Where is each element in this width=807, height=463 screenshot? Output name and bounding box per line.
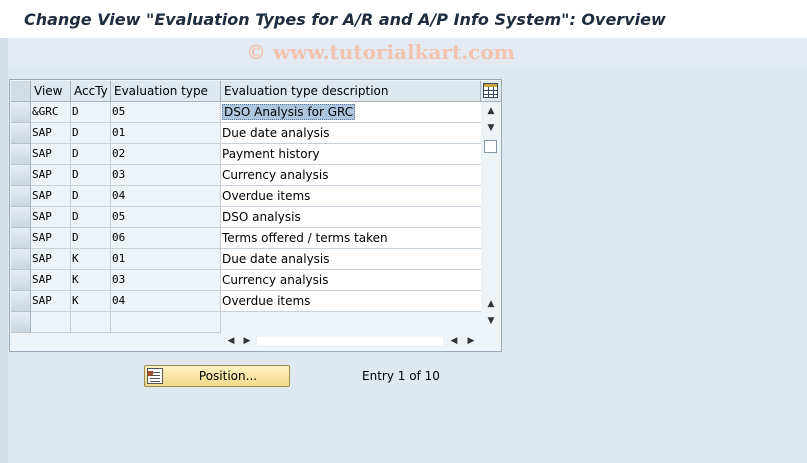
cell-view: SAP (31, 123, 71, 144)
cell-evaluation-type: 05 (111, 102, 221, 123)
table-row[interactable]: SAP D 04 Overdue items (11, 186, 481, 207)
cell-evaluation-type: 03 (111, 270, 221, 291)
cell-view (31, 312, 71, 333)
horizontal-scrollbar[interactable]: ◀ ▶ ◀ ▶ (221, 331, 481, 351)
cell-accty: D (71, 123, 111, 144)
table-row[interactable]: SAP D 02 Payment history (11, 144, 481, 165)
cell-accty: D (71, 144, 111, 165)
table-row[interactable]: &GRC D 05 DSO Analysis for GRC (11, 102, 481, 123)
cell-description[interactable]: Terms offered / terms taken (221, 228, 481, 249)
cell-view: SAP (31, 291, 71, 312)
scroll-left-end-icon[interactable]: ◀ (447, 334, 461, 348)
cell-evaluation-type: 01 (111, 249, 221, 270)
table-row[interactable]: SAP K 03 Currency analysis (11, 270, 481, 291)
cell-evaluation-type: 06 (111, 228, 221, 249)
cell-accty: D (71, 207, 111, 228)
cell-description[interactable] (221, 312, 481, 333)
cell-description[interactable]: Due date analysis (221, 123, 481, 144)
row-selector[interactable] (11, 186, 31, 207)
cell-view: SAP (31, 186, 71, 207)
entry-counter: Entry 1 of 10 (362, 369, 440, 383)
table-settings-icon (483, 83, 498, 98)
cell-description[interactable]: Currency analysis (221, 270, 481, 291)
table-row[interactable]: SAP K 01 Due date analysis (11, 249, 481, 270)
cell-view: SAP (31, 144, 71, 165)
scroll-right-icon[interactable]: ▶ (240, 334, 254, 348)
cell-view: SAP (31, 165, 71, 186)
cell-evaluation-type: 02 (111, 144, 221, 165)
row-selector[interactable] (11, 102, 31, 123)
title-bar: Change View "Evaluation Types for A/R an… (0, 0, 807, 38)
scroll-left-icon[interactable]: ◀ (224, 334, 238, 348)
cell-view: SAP (31, 228, 71, 249)
row-selector[interactable] (11, 165, 31, 186)
cell-view: SAP (31, 249, 71, 270)
watermark: © www.tutorialkart.com (246, 40, 515, 64)
cell-accty: K (71, 270, 111, 291)
scroll-down-icon[interactable]: ▼ (484, 121, 498, 135)
cell-description[interactable]: DSO analysis (221, 207, 481, 228)
table-settings-button[interactable] (481, 81, 501, 102)
cell-evaluation-type: 04 (111, 186, 221, 207)
cell-view: SAP (31, 270, 71, 291)
scroll-page-down-icon[interactable]: ▼ (484, 314, 498, 328)
cell-evaluation-type: 03 (111, 165, 221, 186)
selected-text: DSO Analysis for GRC (222, 104, 356, 120)
cell-accty: K (71, 291, 111, 312)
row-selector[interactable] (11, 312, 31, 333)
cell-description[interactable]: Currency analysis (221, 165, 481, 186)
cell-evaluation-type: 04 (111, 291, 221, 312)
scroll-thumb[interactable] (484, 140, 497, 153)
row-selector[interactable] (11, 123, 31, 144)
scroll-up-icon[interactable]: ▲ (484, 104, 498, 118)
cell-description[interactable]: Overdue items (221, 291, 481, 312)
select-all-corner[interactable] (11, 81, 31, 102)
scroll-page-up-icon[interactable]: ▲ (484, 297, 498, 311)
column-header-description[interactable]: Evaluation type description (221, 81, 481, 102)
cell-description[interactable]: Due date analysis (221, 249, 481, 270)
cell-view: SAP (31, 207, 71, 228)
column-header-view[interactable]: View (31, 81, 71, 102)
evaluation-types-table: View AccTy Evaluation type Evaluation ty… (9, 79, 502, 352)
cell-evaluation-type: 05 (111, 207, 221, 228)
vertical-scrollbar[interactable]: ▲ ▼ ▲ ▼ (481, 102, 501, 333)
left-edge (0, 38, 8, 463)
row-selector[interactable] (11, 144, 31, 165)
cell-view: &GRC (31, 102, 71, 123)
cell-description[interactable]: DSO Analysis for GRC (221, 102, 481, 123)
cell-accty: D (71, 186, 111, 207)
horizontal-scroll-track[interactable] (257, 337, 443, 345)
row-selector[interactable] (11, 270, 31, 291)
cell-accty: K (71, 249, 111, 270)
column-header-evaluation-type[interactable]: Evaluation type (111, 81, 221, 102)
position-button-label: Position... (198, 369, 258, 383)
table-row[interactable]: SAP D 05 DSO analysis (11, 207, 481, 228)
cell-evaluation-type (111, 312, 221, 333)
row-selector[interactable] (11, 291, 31, 312)
row-selector[interactable] (11, 228, 31, 249)
cell-accty (71, 312, 111, 333)
cell-accty: D (71, 165, 111, 186)
scroll-right-end-icon[interactable]: ▶ (464, 334, 478, 348)
cell-evaluation-type: 01 (111, 123, 221, 144)
cell-description[interactable]: Payment history (221, 144, 481, 165)
position-button[interactable]: Position... (144, 365, 290, 387)
row-selector[interactable] (11, 207, 31, 228)
table-row[interactable]: SAP D 06 Terms offered / terms taken (11, 228, 481, 249)
table-row-empty[interactable] (11, 312, 481, 333)
cell-accty: D (71, 228, 111, 249)
column-header-accty[interactable]: AccTy (71, 81, 111, 102)
page-title: Change View "Evaluation Types for A/R an… (24, 10, 666, 29)
cell-accty: D (71, 102, 111, 123)
table-row[interactable]: SAP D 03 Currency analysis (11, 165, 481, 186)
table-row[interactable]: SAP K 04 Overdue items (11, 291, 481, 312)
row-selector[interactable] (11, 249, 31, 270)
cell-description[interactable]: Overdue items (221, 186, 481, 207)
table-row[interactable]: SAP D 01 Due date analysis (11, 123, 481, 144)
